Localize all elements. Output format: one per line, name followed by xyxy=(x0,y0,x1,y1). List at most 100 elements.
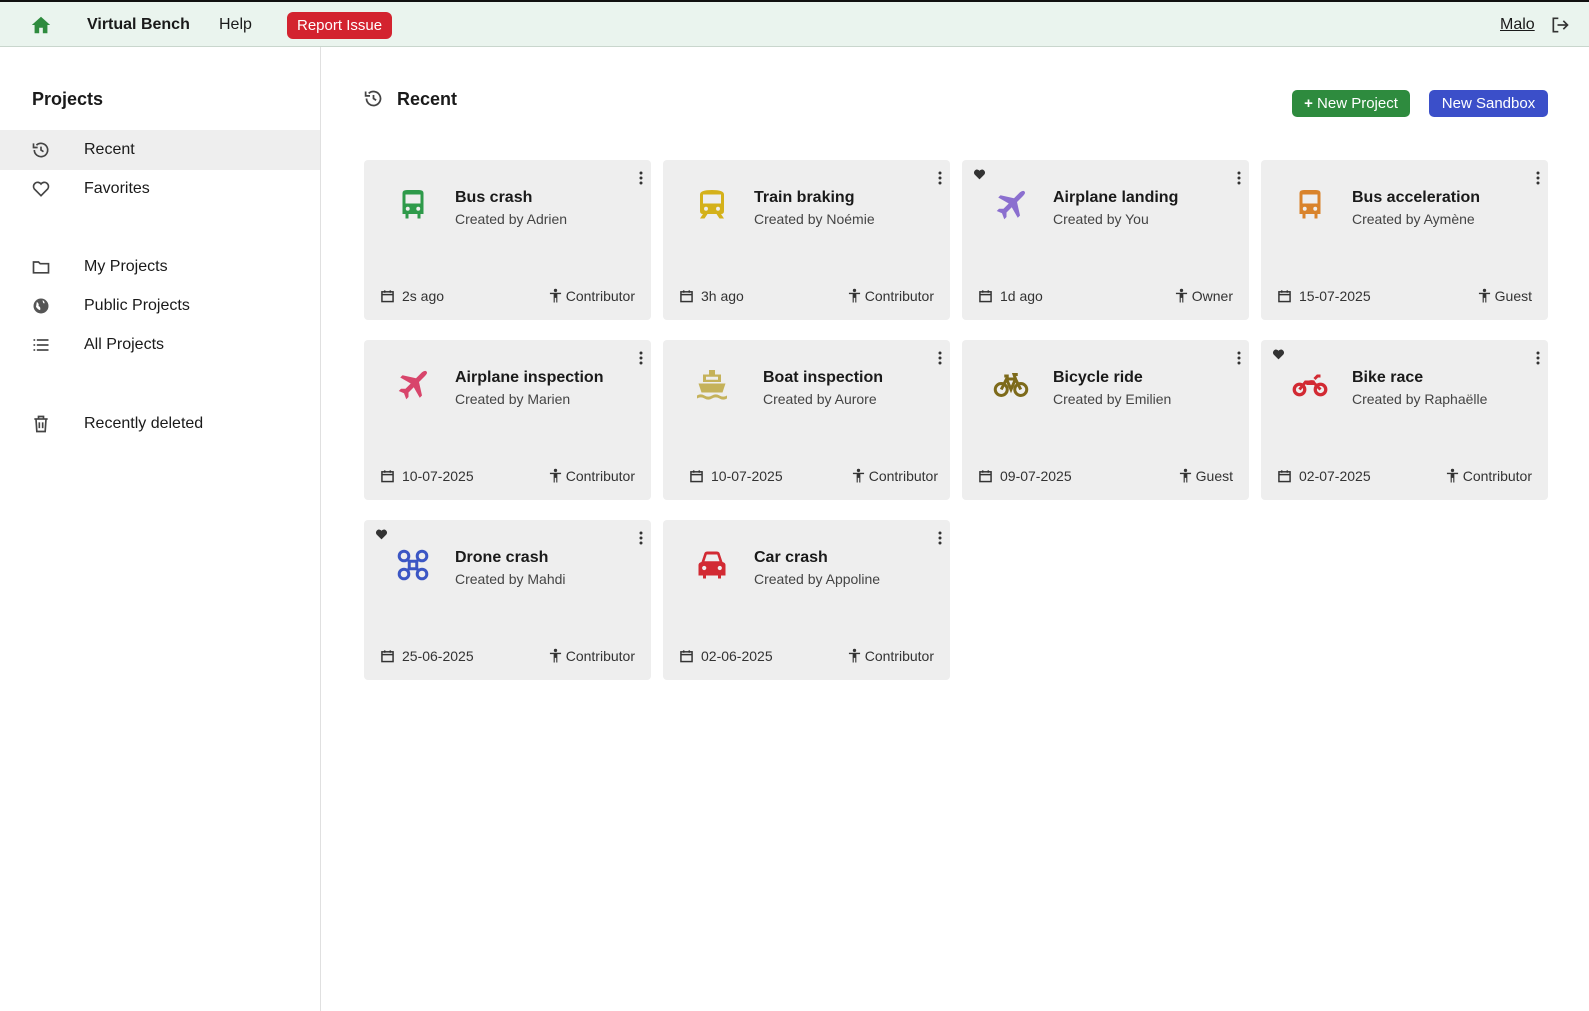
calendar-icon xyxy=(381,470,394,483)
project-date: 10-07-2025 xyxy=(381,468,474,484)
project-card[interactable]: Boat inspection Created by Aurore 10-07-… xyxy=(663,340,950,500)
project-role: Contributor xyxy=(848,288,934,304)
person-icon xyxy=(848,648,860,663)
person-icon xyxy=(1179,468,1191,483)
calendar-icon xyxy=(690,470,703,483)
more-vertical-icon[interactable] xyxy=(638,530,644,546)
report-issue-button[interactable]: Report Issue xyxy=(287,12,393,39)
heart-filled-icon[interactable] xyxy=(973,168,986,180)
project-card[interactable]: Bus crash Created by Adrien 2s ago Contr… xyxy=(364,160,651,320)
sidebar-item-public-projects[interactable]: Public Projects xyxy=(0,286,320,326)
history-icon xyxy=(32,142,49,158)
sidebar-item-all-projects[interactable]: All Projects xyxy=(0,325,320,365)
car-icon xyxy=(698,551,726,579)
project-role: Contributor xyxy=(1446,468,1532,484)
project-card[interactable]: Airplane inspection Created by Marien 10… xyxy=(364,340,651,500)
sidebar-item-label: Public Projects xyxy=(84,297,190,314)
calendar-icon xyxy=(1278,470,1291,483)
globe-icon xyxy=(33,298,49,314)
sidebar-item-my-projects[interactable]: My Projects xyxy=(0,247,320,287)
project-card[interactable]: Car crash Created by Appoline 02-06-2025… xyxy=(663,520,950,680)
project-name: Bike race xyxy=(1352,369,1424,386)
sidebar-title: Projects xyxy=(32,89,104,109)
project-name: Train braking xyxy=(754,189,855,206)
project-creator: Created by Noémie xyxy=(754,211,875,227)
project-name: Car crash xyxy=(754,549,828,566)
new-project-button[interactable]: + New Project xyxy=(1292,90,1410,117)
project-creator: Created by Aurore xyxy=(763,391,877,407)
app-brand[interactable]: Virtual Bench xyxy=(87,16,190,34)
project-date: 2s ago xyxy=(381,288,444,304)
heart-filled-icon[interactable] xyxy=(1272,348,1285,360)
project-date: 3h ago xyxy=(680,288,744,304)
more-vertical-icon[interactable] xyxy=(1535,170,1541,186)
drone-icon xyxy=(397,549,429,581)
calendar-icon xyxy=(979,470,992,483)
project-date: 10-07-2025 xyxy=(690,468,783,484)
bus-icon xyxy=(1299,190,1321,219)
project-creator: Created by Marien xyxy=(455,391,571,407)
project-role: Guest xyxy=(1179,468,1233,484)
project-card[interactable]: Drone crash Created by Mahdi 25-06-2025 … xyxy=(364,520,651,680)
more-vertical-icon[interactable] xyxy=(1535,350,1541,366)
person-icon xyxy=(1478,288,1490,303)
project-role: Guest xyxy=(1478,288,1532,304)
project-card[interactable]: Bike race Created by Raphaëlle 02-07-202… xyxy=(1261,340,1548,500)
project-date: 02-07-2025 xyxy=(1278,468,1371,484)
project-date: 02-06-2025 xyxy=(680,648,773,664)
project-card[interactable]: Bus acceleration Created by Aymène 15-07… xyxy=(1261,160,1548,320)
project-role: Contributor xyxy=(549,648,635,664)
motorbike-icon xyxy=(1292,374,1328,397)
trash-icon xyxy=(34,415,48,433)
project-name: Airplane landing xyxy=(1053,189,1179,206)
project-role: Owner xyxy=(1175,288,1233,304)
heart-filled-icon[interactable] xyxy=(375,528,388,540)
more-vertical-icon[interactable] xyxy=(1236,170,1242,186)
more-vertical-icon[interactable] xyxy=(638,350,644,366)
home-icon[interactable] xyxy=(30,14,52,36)
page-title: Recent xyxy=(397,89,458,109)
sidebar-item-label: My Projects xyxy=(84,258,168,275)
project-creator: Created by Mahdi xyxy=(455,571,566,587)
person-icon xyxy=(852,468,864,483)
sidebar-item-label: Favorites xyxy=(84,180,150,197)
more-vertical-icon[interactable] xyxy=(937,170,943,186)
project-name: Bicycle ride xyxy=(1053,369,1143,386)
project-creator: Created by Adrien xyxy=(455,211,568,227)
bus-icon xyxy=(402,190,424,219)
calendar-icon xyxy=(680,650,693,663)
top-bar: Virtual Bench Help Report Issue Malo xyxy=(0,0,1589,47)
sidebar-item-favorites[interactable]: Favorites xyxy=(0,169,320,209)
plus-icon: + xyxy=(1304,95,1318,112)
project-creator: Created by Appoline xyxy=(754,571,881,587)
project-creator: Created by Emilien xyxy=(1053,391,1172,407)
calendar-icon xyxy=(1278,290,1291,303)
project-card[interactable]: Bicycle ride Created by Emilien 09-07-20… xyxy=(962,340,1249,500)
more-vertical-icon[interactable] xyxy=(638,170,644,186)
project-date: 1d ago xyxy=(979,288,1043,304)
more-vertical-icon[interactable] xyxy=(1236,350,1242,366)
bicycle-icon xyxy=(993,373,1029,397)
sidebar-item-label: All Projects xyxy=(84,336,165,353)
project-creator: Created by Aymène xyxy=(1352,211,1475,227)
sidebar-item-recently-deleted[interactable]: Recently deleted xyxy=(0,404,320,444)
project-card[interactable]: Airplane landing Created by You 1d ago O… xyxy=(962,160,1249,320)
history-icon xyxy=(364,90,382,107)
project-creator: Created by You xyxy=(1053,211,1149,227)
train-icon xyxy=(700,190,724,219)
project-card[interactable]: Train braking Created by Noémie 3h ago C… xyxy=(663,160,950,320)
folder-icon xyxy=(32,261,50,274)
calendar-icon xyxy=(680,290,693,303)
user-name-link[interactable]: Malo xyxy=(1500,16,1535,34)
help-link[interactable]: Help xyxy=(219,16,252,34)
airplane-icon xyxy=(398,370,427,400)
more-vertical-icon[interactable] xyxy=(937,350,943,366)
sidebar-item-recent[interactable]: Recent xyxy=(0,130,320,170)
project-name: Airplane inspection xyxy=(455,369,604,386)
more-vertical-icon[interactable] xyxy=(937,530,943,546)
person-icon xyxy=(1446,468,1458,483)
calendar-icon xyxy=(381,290,394,303)
new-sandbox-button[interactable]: New Sandbox xyxy=(1429,90,1548,117)
logout-icon[interactable] xyxy=(1550,15,1570,35)
person-icon xyxy=(848,288,860,303)
